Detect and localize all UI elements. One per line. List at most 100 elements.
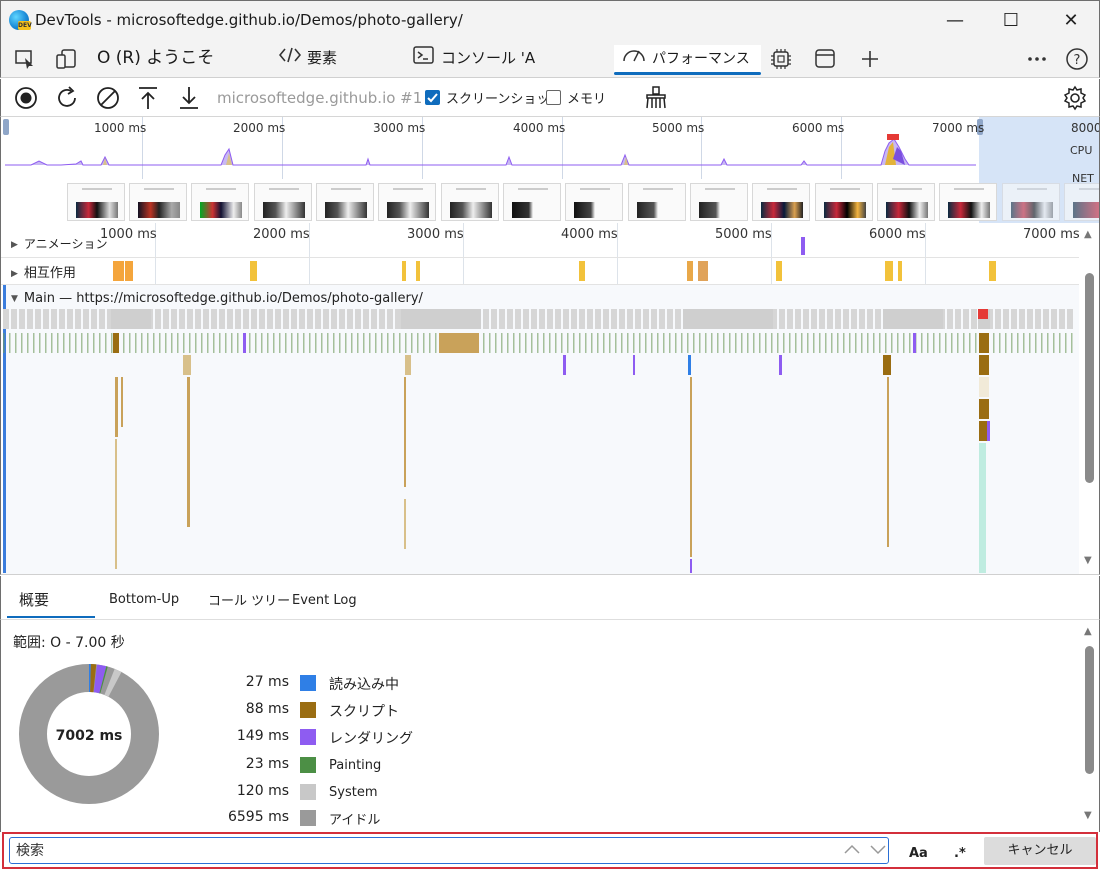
screenshot-thumbnail[interactable]	[441, 183, 499, 221]
track-separator	[1, 257, 1079, 258]
title-bar: DEV DevTools - microsoftedge.github.io/D…	[0, 0, 1100, 40]
summary-vertical-scrollbar[interactable]: ▲ ▼	[1083, 624, 1095, 824]
screenshot-thumbnail[interactable]	[752, 183, 810, 221]
interactions-track-toggle[interactable]: ▶ 相互作用	[11, 262, 76, 281]
screenshot-thumbnail[interactable]	[67, 183, 125, 221]
performance-icon	[622, 46, 646, 72]
screenshot-thumbnail[interactable]	[939, 183, 997, 221]
screenshot-thumbnail[interactable]	[1002, 183, 1060, 221]
edge-devtools-app-icon: DEV	[9, 10, 32, 30]
legend-swatch	[300, 757, 316, 773]
screenshot-thumbnail[interactable]	[254, 183, 312, 221]
inspect-element-icon[interactable]	[13, 48, 37, 70]
tab-event-log[interactable]: Event Log	[292, 593, 357, 608]
interaction-event[interactable]	[776, 261, 782, 281]
legend-swatch	[300, 675, 316, 691]
clear-icon[interactable]	[95, 85, 121, 111]
cpu-chip-icon[interactable]	[769, 48, 793, 70]
flame-scrollbar-thumb[interactable]	[1085, 273, 1094, 483]
next-match-icon[interactable]	[868, 840, 888, 868]
timeline-overview[interactable]: 1000 ms 2000 ms 3000 ms 4000 ms 5000 ms …	[0, 117, 1100, 223]
download-profile-icon[interactable]	[176, 85, 202, 111]
animation-event[interactable]	[801, 237, 805, 255]
flame-tick: 3000 ms	[407, 227, 464, 242]
tab-summary[interactable]: 概要	[7, 582, 95, 618]
main-track-toggle[interactable]: ▼ Main — https://microsoftedge.github.io/…	[11, 291, 423, 306]
tab-performance[interactable]: パフォーマンス	[614, 45, 761, 75]
screenshot-thumbnail[interactable]	[815, 183, 873, 221]
interaction-event[interactable]	[113, 261, 124, 281]
legend-duration: 149 ms	[236, 728, 289, 744]
interaction-event[interactable]	[579, 261, 585, 281]
close-button[interactable]: ✕	[1051, 7, 1091, 35]
help-icon[interactable]: ?	[1065, 48, 1089, 70]
interaction-event[interactable]	[898, 261, 902, 281]
screenshots-label: スクリーンショット	[446, 92, 563, 107]
tab-elements-label: 要素	[307, 49, 338, 67]
screenshot-thumbnail[interactable]	[628, 183, 686, 221]
flame-chart-area[interactable]: 1000 ms 2000 ms 3000 ms 4000 ms 5000 ms …	[0, 223, 1100, 575]
scroll-down-icon[interactable]: ▼	[1084, 555, 1092, 566]
record-icon[interactable]	[13, 85, 39, 111]
upload-profile-icon[interactable]	[135, 85, 161, 111]
previous-match-icon[interactable]	[842, 840, 862, 868]
tab-call-tree[interactable]: コール ツリー	[208, 590, 290, 609]
add-tab-icon[interactable]	[858, 48, 882, 70]
regex-button[interactable]: .*	[954, 846, 966, 871]
scroll-down-icon[interactable]: ▼	[1084, 810, 1092, 821]
legend-category: 読み込み中	[329, 677, 399, 693]
screenshot-thumbnail[interactable]	[378, 183, 436, 221]
donut-total: 7002 ms	[56, 728, 123, 744]
tab-elements[interactable]: 要素	[278, 45, 338, 75]
reload-record-icon[interactable]	[54, 85, 80, 111]
interaction-event[interactable]	[885, 261, 893, 281]
device-emulation-icon[interactable]	[55, 48, 79, 70]
screenshot-thumbnail[interactable]	[503, 183, 561, 221]
main-thread-flame-graph[interactable]	[3, 309, 1079, 574]
activity-donut-chart: 7002 ms	[19, 664, 159, 804]
interaction-event[interactable]	[402, 261, 406, 281]
legend-category: Painting	[329, 758, 382, 773]
more-options-icon[interactable]	[1025, 48, 1049, 70]
scroll-up-icon[interactable]: ▲	[1084, 229, 1092, 240]
tab-console[interactable]: コンソール 'A	[413, 45, 535, 75]
interaction-event[interactable]	[989, 261, 996, 281]
interaction-event[interactable]	[687, 261, 693, 281]
screenshot-thumbnail[interactable]	[316, 183, 374, 221]
elements-icon	[278, 46, 302, 72]
screenshot-thumbnail[interactable]	[877, 183, 935, 221]
screenshot-thumbnail[interactable]	[690, 183, 748, 221]
search-input[interactable]	[9, 837, 889, 864]
target-selector[interactable]: microsoftedge.github.io #1 ▼	[217, 89, 435, 107]
interactions-track-label: 相互作用	[23, 266, 76, 281]
animation-track-toggle[interactable]: ▶ アニメーション	[11, 235, 107, 252]
interaction-event[interactable]	[416, 261, 420, 281]
maximize-button[interactable]: ☐	[991, 7, 1031, 35]
screenshots-checkbox[interactable]	[425, 90, 440, 105]
tab-bottom-up[interactable]: Bottom-Up	[109, 592, 179, 607]
screenshot-thumbnail[interactable]	[129, 183, 187, 221]
tab-performance-label: パフォーマンス	[652, 51, 750, 67]
interaction-event[interactable]	[698, 261, 708, 281]
screenshot-thumbnail[interactable]	[1064, 183, 1099, 221]
match-case-button[interactable]: Aa	[909, 846, 928, 871]
interaction-event[interactable]	[250, 261, 257, 281]
cancel-button[interactable]: キャンセル	[984, 837, 1096, 865]
flame-vertical-scrollbar[interactable]: ▲ ▼	[1083, 225, 1095, 570]
scroll-up-icon[interactable]: ▲	[1084, 626, 1092, 637]
flame-tick: 1000 ms	[100, 227, 157, 242]
screenshot-thumbnail[interactable]	[565, 183, 623, 221]
legend-duration: 120 ms	[236, 783, 289, 799]
memory-checkbox[interactable]	[546, 90, 561, 105]
legend-swatch	[300, 810, 316, 826]
screenshot-thumbnail[interactable]	[191, 183, 249, 221]
collect-garbage-icon[interactable]	[643, 85, 669, 111]
flame-tick: 4000 ms	[561, 227, 618, 242]
application-panel-icon[interactable]	[813, 48, 837, 70]
minimize-button[interactable]: —	[935, 7, 975, 35]
interaction-event[interactable]	[125, 261, 133, 281]
tab-welcome[interactable]: O (R) ようこそ	[97, 45, 214, 75]
summary-scrollbar-thumb[interactable]	[1085, 646, 1094, 774]
capture-settings-gear-icon[interactable]	[1062, 85, 1088, 111]
overview-tick: 8000	[1071, 121, 1100, 135]
